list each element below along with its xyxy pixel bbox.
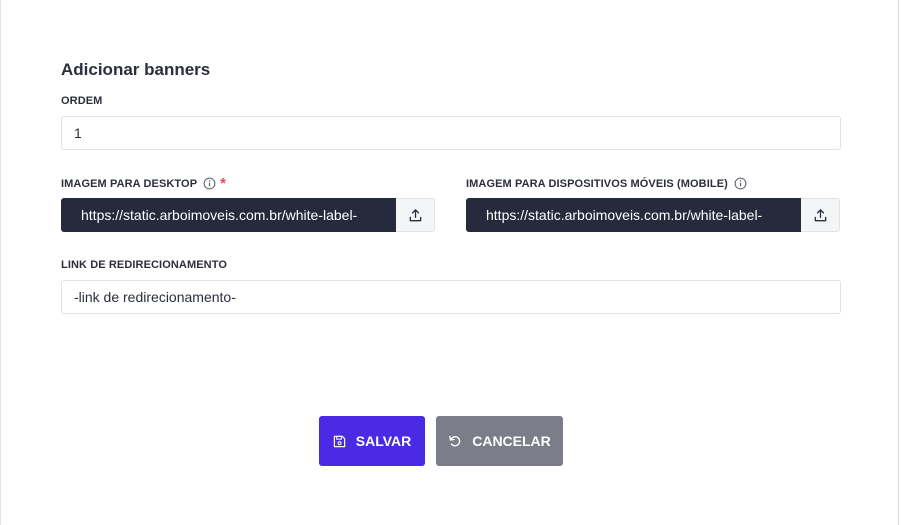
mobile-image-url[interactable]: https://static.arboimoveis.com.br/white-… — [466, 198, 801, 232]
required-asterisk: * — [220, 175, 227, 192]
undo-icon — [449, 435, 461, 447]
ordem-input[interactable] — [61, 116, 841, 150]
info-circle-icon[interactable] — [203, 177, 216, 190]
mobile-image-label: IMAGEM PARA DISPOSITIVOS MÓVEIS (MOBILE) — [466, 177, 747, 190]
ordem-label: ORDEM — [61, 95, 102, 107]
cancel-button-label: CANCELAR — [472, 433, 551, 449]
upload-icon — [409, 208, 421, 221]
save-button[interactable]: SALVAR — [319, 416, 425, 466]
upload-icon — [814, 208, 826, 221]
floppy-disk-icon — [333, 435, 345, 447]
mobile-upload-button[interactable] — [801, 198, 840, 232]
desktop-image-url[interactable]: https://static.arboimoveis.com.br/white-… — [61, 198, 396, 232]
redirect-link-input[interactable] — [61, 280, 841, 314]
desktop-image-label: IMAGEM PARA DESKTOP * — [61, 175, 227, 192]
mobile-image-label-text: IMAGEM PARA DISPOSITIVOS MÓVEIS (MOBILE) — [466, 177, 728, 190]
desktop-upload-button[interactable] — [396, 198, 435, 232]
desktop-image-field: https://static.arboimoveis.com.br/white-… — [61, 198, 435, 232]
modal-title: Adicionar banners — [61, 60, 211, 79]
redirect-link-label-text: LINK DE REDIRECIONAMENTO — [61, 259, 227, 271]
ordem-label-text: ORDEM — [61, 95, 103, 107]
save-button-label: SALVAR — [355, 433, 412, 449]
modal-dialog: Adicionar banners ORDEM IMAGEM PARA DESK… — [0, 0, 899, 525]
desktop-image-label-text: IMAGEM PARA DESKTOP — [61, 177, 198, 190]
cancel-button[interactable]: CANCELAR — [436, 416, 563, 466]
mobile-image-field: https://static.arboimoveis.com.br/white-… — [466, 198, 840, 232]
redirect-link-label: LINK DE REDIRECIONAMENTO — [61, 259, 227, 271]
info-circle-icon[interactable] — [734, 177, 747, 190]
